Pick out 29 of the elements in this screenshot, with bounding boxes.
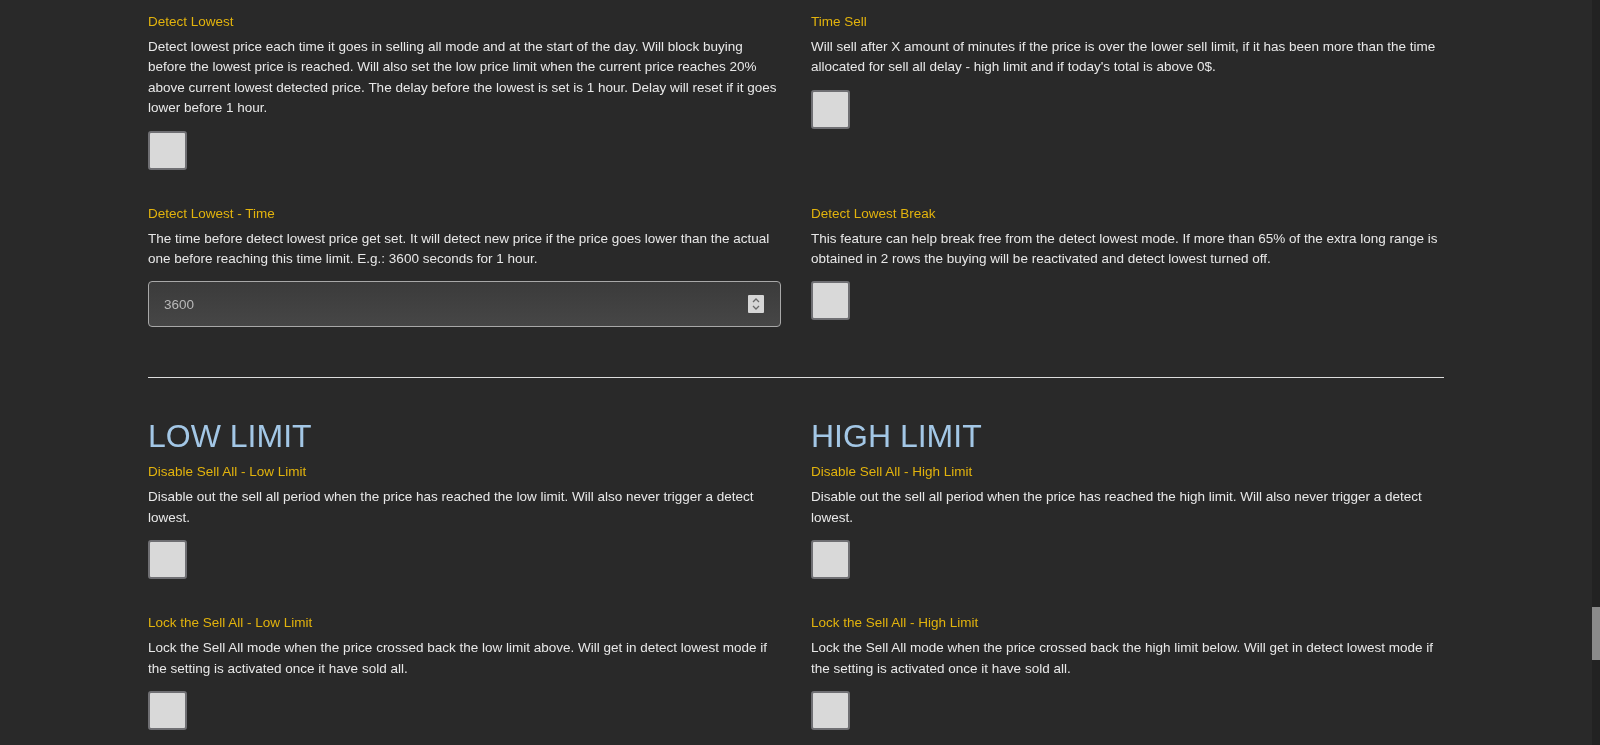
- setting-description: Will sell after X amount of minutes if the price is over the lower sell limit, if it has been more than the time allocated for sell all delay - high limit and if today's total is above 0$.: [811, 38, 1437, 77]
- spinner-icon[interactable]: [748, 295, 764, 314]
- checkbox[interactable]: [811, 691, 850, 731]
- setting-title: Time Sell: [811, 13, 868, 31]
- scrollbar-thumb[interactable]: [1592, 607, 1600, 660]
- checkbox[interactable]: [811, 540, 850, 580]
- checkbox[interactable]: [811, 281, 850, 321]
- setting-title: Detect Lowest - Time: [148, 204, 276, 223]
- checkbox[interactable]: [148, 540, 187, 580]
- setting-title: Lock the Sell All - High Limit: [811, 614, 980, 633]
- setting-title: Disable Sell All - Low Limit: [148, 463, 308, 482]
- setting-title: Disable Sell All - High Limit: [811, 463, 974, 482]
- setting-description: Lock the Sell All mode when the price crossed back the low limit above. Will get in detect lowest mode if the setting is activated once it have sold all.: [148, 639, 769, 678]
- setting-description: This feature can help break free from the detect lowest mode. If more than 65% of the extra long range is obtained in 2 rows the buying will be reactivated and detect lowest turned off.: [811, 229, 1439, 269]
- section-heading: HIGH LIMIT: [811, 417, 983, 457]
- setting-description: Lock the Sell All mode when the price crossed back the high limit below. Will get in detect lowest mode if the setting is activated once it have sold all.: [811, 639, 1435, 678]
- scrollbar-track[interactable]: [1592, 0, 1600, 745]
- setting-title: Lock the Sell All - Low Limit: [148, 614, 314, 633]
- checkbox[interactable]: [811, 89, 850, 129]
- setting-description: Disable out the sell all period when the price has reached the low limit. Will also never trigger a detect lowest.: [148, 488, 755, 527]
- section-heading: LOW LIMIT: [148, 417, 313, 457]
- checkbox[interactable]: [148, 691, 187, 731]
- setting-description: Disable out the sell all period when the price has reached the high limit. Will also never trigger a detect lowest.: [811, 488, 1423, 527]
- setting-description: Detect lowest price each time it goes in selling all mode and at the start of the day. Will block buying before the lowest price is reached. Will also set the low price limit when the current price reaches 20% above current lowest detected price. The delay before the lowest is set is 1 hour. Delay will reset if it goes lower before 1 hour.: [148, 38, 778, 118]
- setting-title: Detect Lowest: [148, 13, 235, 31]
- setting-description: The time before detect lowest price get set. It will detect new price if the price goes lower than the actual one before reaching this time limit. E.g.: 3600 seconds for 1 hour.: [148, 229, 771, 269]
- checkbox[interactable]: [148, 130, 187, 170]
- number-field[interactable]: 3600: [148, 281, 781, 328]
- setting-title: Detect Lowest Break: [811, 204, 937, 223]
